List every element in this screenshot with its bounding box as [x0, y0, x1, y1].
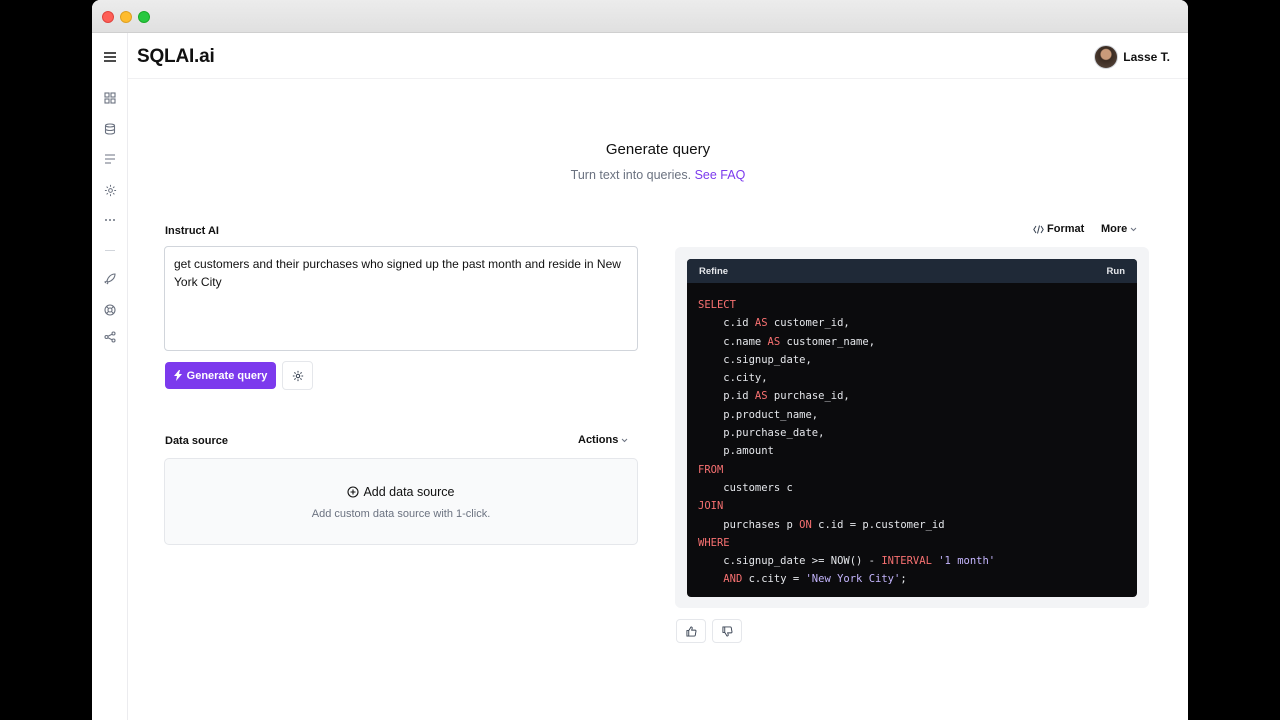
- chevron-down-icon: [621, 438, 628, 442]
- thumbs-up-button[interactable]: [676, 619, 706, 643]
- sql-token: c.id = p.customer_id: [811, 518, 945, 531]
- sql-line: p.product_name,: [698, 406, 1126, 424]
- sql-token: SELECT: [698, 299, 736, 311]
- sql-token: AS: [767, 335, 781, 348]
- code-icon: [1033, 224, 1044, 234]
- refine-button[interactable]: Refine: [699, 266, 728, 277]
- sql-token: c.signup_date >= NOW() -: [698, 555, 882, 568]
- data-source-panel: Add data source Add custom data source w…: [164, 458, 638, 545]
- thumbs-down-icon: [721, 625, 732, 637]
- sql-line: c.city,: [698, 369, 1126, 387]
- generate-query-label: Generate query: [186, 369, 268, 382]
- gear-icon: [292, 370, 303, 381]
- thumbs-down-button[interactable]: [712, 619, 742, 643]
- sql-token: c.city =: [742, 573, 806, 586]
- sql-token: purchase_id,: [767, 390, 850, 403]
- sql-token: customers c: [698, 481, 793, 494]
- sql-line: purchases p ON c.id = p.customer_id: [698, 516, 1126, 534]
- sql-token: c.signup_date,: [698, 353, 812, 366]
- sql-token: AS: [754, 317, 768, 330]
- sql-line: AND c.city = 'New York City';: [698, 570, 1126, 588]
- subtitle-text: Turn text into queries.: [570, 168, 692, 182]
- sql-code[interactable]: SELECT c.id AS customer_id, c.name AS cu…: [687, 283, 1137, 597]
- add-data-source-hint: Add custom data source with 1-click.: [311, 508, 491, 520]
- sql-line: p.id AS purchase_id,: [698, 387, 1126, 405]
- main-content: Generate query Turn text into queries. S…: [92, 0, 1188, 720]
- instruct-input[interactable]: get customers and their purchases who si…: [164, 246, 638, 351]
- sql-line: c.signup_date,: [698, 351, 1126, 369]
- sql-token: WHERE: [698, 536, 730, 549]
- sql-token: FROM: [698, 463, 724, 476]
- sql-token: c.city,: [698, 372, 768, 385]
- add-data-source-label: Add data source: [363, 485, 455, 499]
- instruct-label: Instruct AI: [165, 225, 219, 237]
- sql-token: customer_name,: [780, 335, 876, 348]
- sql-token: p.id: [698, 390, 755, 403]
- sql-line: SELECT: [698, 296, 1126, 314]
- sql-token: ON: [799, 518, 812, 531]
- sql-line: p.amount: [698, 442, 1126, 460]
- sql-token: c.id: [698, 317, 755, 330]
- sql-line: c.signup_date >= NOW() - INTERVAL '1 mon…: [698, 552, 1126, 570]
- code-header: Refine Run: [687, 259, 1137, 283]
- sql-line: WHERE: [698, 534, 1126, 552]
- more-dropdown[interactable]: More: [1101, 223, 1137, 235]
- bolt-icon: [173, 370, 182, 381]
- sql-token: JOIN: [698, 500, 724, 513]
- query-output-panel: Refine Run SELECT c.id AS customer_id, c…: [675, 247, 1149, 608]
- more-label: More: [1101, 223, 1128, 235]
- sql-line: p.purchase_date,: [698, 424, 1126, 442]
- faq-link[interactable]: See FAQ: [695, 168, 746, 182]
- sql-line: c.id AS customer_id,: [698, 314, 1126, 332]
- sql-token: INTERVAL: [881, 555, 932, 568]
- sql-token: '1 month': [938, 555, 996, 568]
- sql-token: AS: [754, 390, 768, 403]
- sql-token: ;: [900, 573, 907, 586]
- sql-token: customer_id,: [767, 317, 850, 330]
- run-button[interactable]: Run: [1107, 266, 1125, 277]
- sql-token: c.name: [698, 335, 768, 348]
- sql-token: p.product_name,: [698, 408, 819, 421]
- thumbs-up-icon: [685, 625, 696, 637]
- sql-token: 'New York City': [805, 573, 901, 586]
- sql-token: purchases p: [698, 518, 800, 531]
- sql-token: p.amount: [698, 445, 774, 458]
- sql-code-block: Refine Run SELECT c.id AS customer_id, c…: [687, 259, 1137, 597]
- add-data-source-button[interactable]: Add data source: [165, 485, 637, 499]
- actions-dropdown[interactable]: Actions: [578, 434, 628, 446]
- chevron-down-icon: [1130, 227, 1137, 231]
- page-title: Generate query: [605, 141, 711, 158]
- actions-label: Actions: [578, 434, 619, 446]
- sql-line: JOIN: [698, 497, 1126, 515]
- generation-settings-button[interactable]: [282, 361, 313, 390]
- sql-line: FROM: [698, 461, 1126, 479]
- data-source-label: Data source: [165, 435, 228, 447]
- sql-line: c.name AS customer_name,: [698, 333, 1126, 351]
- plus-circle-icon: [347, 486, 360, 498]
- sql-token: AND: [723, 573, 743, 586]
- format-label: Format: [1047, 223, 1085, 235]
- format-button[interactable]: Format: [1033, 223, 1084, 235]
- page-subtitle: Turn text into queries. See FAQ: [128, 168, 1188, 182]
- sql-line: customers c: [698, 479, 1126, 497]
- generate-query-button[interactable]: Generate query: [165, 362, 276, 389]
- sql-token: p.purchase_date,: [698, 427, 825, 440]
